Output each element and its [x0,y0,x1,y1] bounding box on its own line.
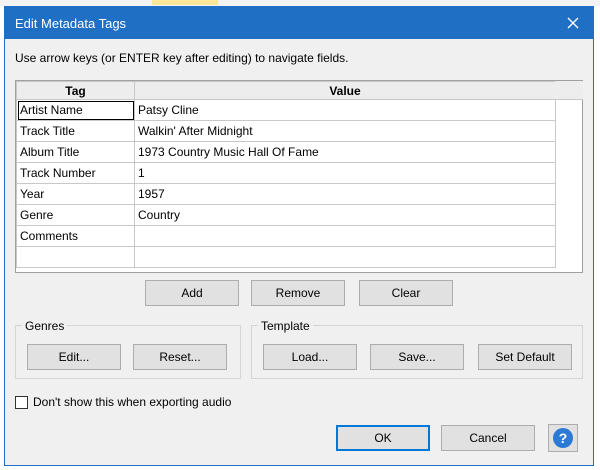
table-row[interactable]: Album Title 1973 Country Music Hall Of F… [16,141,556,163]
grid-header-filler [555,81,583,100]
dont-show-checkbox[interactable] [15,395,28,409]
cancel-button[interactable]: Cancel [441,425,535,451]
ok-button[interactable]: OK [336,425,430,451]
close-button[interactable] [553,7,593,39]
value-cell[interactable]: Walkin' After Midnight [134,120,556,142]
tag-cell[interactable]: Track Title [16,120,135,142]
tag-cell[interactable]: Genre [16,204,135,226]
tag-cell[interactable]: Track Number [16,162,135,184]
value-cell[interactable] [134,246,556,268]
dialog-title: Edit Metadata Tags [15,16,127,31]
tag-cell[interactable] [16,246,135,268]
template-group-label: Template [258,319,313,333]
genres-group-label: Genres [22,319,68,333]
add-button[interactable]: Add [145,280,239,306]
table-row[interactable]: Year 1957 [16,183,556,205]
tag-cell[interactable]: Album Title [16,141,135,163]
value-cell[interactable]: Patsy Cline [134,99,556,121]
value-cell[interactable]: 1 [134,162,556,184]
table-row[interactable]: Genre Country [16,204,556,226]
column-header-tag[interactable]: Tag [16,81,135,100]
help-button[interactable]: ? [548,424,578,452]
set-default-button[interactable]: Set Default [478,344,572,370]
edit-metadata-dialog: Edit Metadata Tags Use arrow keys (or EN… [4,6,594,466]
value-cell[interactable]: 1957 [134,183,556,205]
highlight-mark [152,0,218,5]
table-row[interactable] [16,246,556,268]
edit-genres-button[interactable]: Edit... [27,344,121,370]
dont-show-label[interactable]: Don't show this when exporting audio [33,395,231,409]
table-row[interactable]: Track Title Walkin' After Midnight [16,120,556,142]
table-row[interactable]: Comments [16,225,556,247]
help-icon: ? [553,428,573,448]
instructions-text: Use arrow keys (or ENTER key after editi… [15,51,349,65]
table-row[interactable]: Artist Name Patsy Cline [16,99,556,121]
dont-show-option[interactable]: Don't show this when exporting audio [15,394,231,410]
value-cell[interactable] [134,225,556,247]
grid-header-row: Tag Value [16,81,556,100]
save-template-button[interactable]: Save... [370,344,464,370]
table-row[interactable]: Track Number 1 [16,162,556,184]
tag-cell[interactable]: Comments [16,225,135,247]
metadata-grid[interactable]: Tag Value Artist Name Patsy Cline Track … [15,80,583,273]
value-cell[interactable]: Country [134,204,556,226]
load-template-button[interactable]: Load... [263,344,357,370]
clear-button[interactable]: Clear [359,280,453,306]
title-bar: Edit Metadata Tags [5,7,593,39]
close-icon [567,17,579,29]
reset-genres-button[interactable]: Reset... [133,344,227,370]
remove-button[interactable]: Remove [251,280,345,306]
tag-cell[interactable]: Artist Name [16,99,135,121]
value-cell[interactable]: 1973 Country Music Hall Of Fame [134,141,556,163]
tag-cell[interactable]: Year [16,183,135,205]
column-header-value[interactable]: Value [134,81,556,100]
